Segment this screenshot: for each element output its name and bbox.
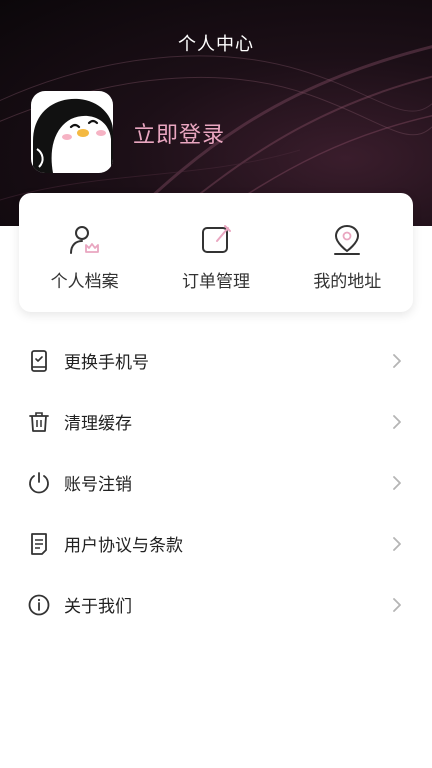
phone-icon (31, 349, 47, 372)
chevron-right-icon (393, 597, 401, 612)
menu-item-about-us[interactable]: 关于我们 (0, 574, 432, 635)
trash-icon (29, 411, 49, 432)
profile-icon (69, 226, 99, 254)
settings-menu: 更换手机号 清理缓存 账号注销 用户协议与条款 关于我们 (0, 330, 432, 635)
menu-item-label: 用户协议与条款 (64, 536, 183, 556)
quick-action-orders[interactable]: 订单管理 (150, 193, 281, 312)
location-pin-icon (334, 224, 361, 255)
screen: 个人中心 立即登录 个人档案 订单管理 我的地址 更换手机号 清理缓存 账号注销… (0, 0, 432, 768)
menu-item-change-phone[interactable]: 更换手机号 (0, 330, 432, 391)
quick-action-address[interactable]: 我的地址 (282, 193, 413, 312)
penguin-avatar-icon (33, 98, 113, 173)
quick-action-label: 个人档案 (50, 272, 119, 292)
avatar[interactable] (31, 91, 113, 173)
menu-item-delete-account[interactable]: 账号注销 (0, 452, 432, 513)
menu-item-user-agreement[interactable]: 用户协议与条款 (0, 513, 432, 574)
quick-action-label: 订单管理 (181, 272, 250, 292)
menu-item-label: 账号注销 (64, 475, 132, 495)
quick-action-profile[interactable]: 个人档案 (19, 193, 150, 312)
menu-item-label: 清理缓存 (64, 414, 132, 434)
edit-order-icon (201, 225, 231, 253)
menu-item-clear-cache[interactable]: 清理缓存 (0, 391, 432, 452)
info-icon (28, 594, 50, 615)
login-link[interactable]: 立即登录 (133, 117, 225, 149)
page-title: 个人中心 (178, 34, 254, 55)
chevron-right-icon (393, 353, 401, 368)
power-icon (29, 471, 49, 493)
chevron-right-icon (393, 475, 401, 490)
quick-action-label: 我的地址 (313, 272, 382, 292)
chevron-right-icon (393, 536, 401, 551)
menu-item-label: 更换手机号 (64, 353, 149, 373)
chevron-right-icon (393, 414, 401, 429)
quick-actions-card: 个人档案 订单管理 我的地址 (19, 193, 413, 312)
document-icon (31, 532, 47, 555)
menu-item-label: 关于我们 (64, 597, 132, 617)
